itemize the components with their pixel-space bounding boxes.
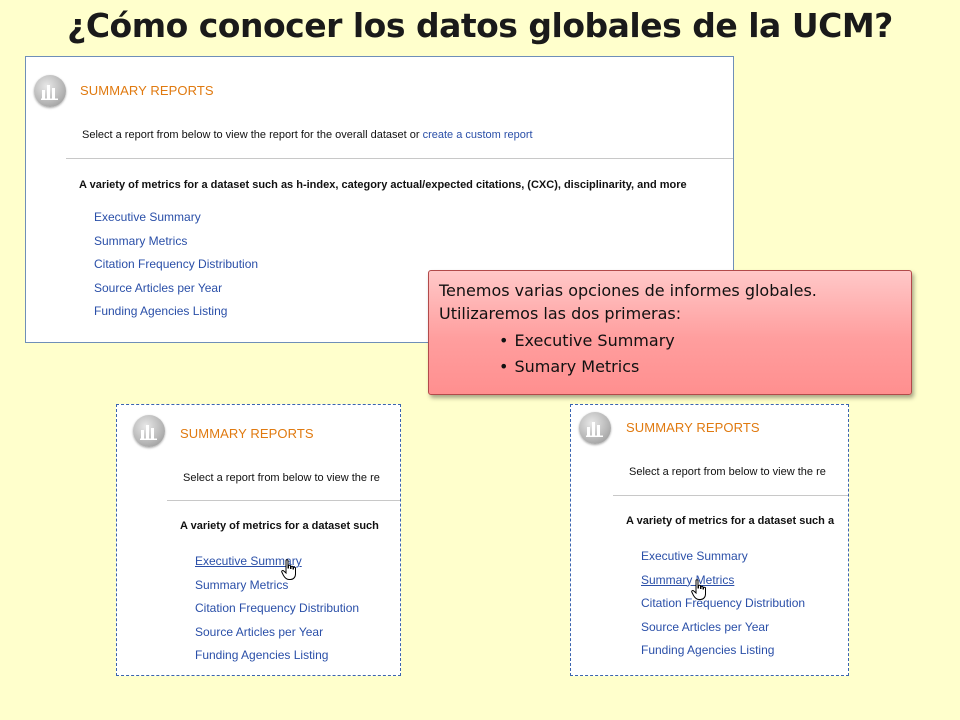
metrics-description: A variety of metrics for a dataset such [180, 520, 379, 532]
report-list: Executive Summary Summary Metrics Citati… [641, 548, 805, 666]
report-link-source-articles[interactable]: Source Articles per Year [641, 619, 805, 643]
divider [167, 500, 400, 501]
metrics-description: A variety of metrics for a dataset such … [626, 515, 835, 527]
select-report-instructions: Select a report from below to view the r… [183, 472, 380, 484]
hand-pointer-icon [281, 559, 299, 586]
report-link-citation-frequency[interactable]: Citation Frequency Distribution [94, 256, 258, 280]
report-link-source-articles[interactable]: Source Articles per Year [94, 280, 258, 304]
summary-reports-header: SUMMARY REPORTS [180, 426, 314, 441]
summary-reports-header: SUMMARY REPORTS [626, 420, 760, 435]
report-list: Executive Summary Summary Metrics Citati… [94, 209, 258, 327]
summary-reports-panel-metrics: SUMMARY REPORTS Select a report from bel… [570, 404, 849, 676]
report-link-funding-agencies[interactable]: Funding Agencies Listing [94, 303, 258, 327]
report-link-funding-agencies[interactable]: Funding Agencies Listing [641, 642, 805, 666]
report-link-source-articles[interactable]: Source Articles per Year [195, 624, 359, 648]
summary-reports-panel-executive: SUMMARY REPORTS Select a report from bel… [116, 404, 401, 676]
callout-bullets: Executive Summary Sumary Metrics [439, 328, 901, 380]
report-link-summary-metrics[interactable]: Summary Metrics [94, 233, 258, 257]
hand-pointer-icon [691, 579, 709, 606]
callout-line-2: Utilizaremos las dos primeras: [439, 304, 682, 323]
bar-chart-icon [34, 75, 66, 107]
callout-line-1: Tenemos varias opciones de informes glob… [439, 281, 817, 300]
report-link-summary-metrics[interactable]: Summary Metrics [195, 577, 359, 601]
bar-chart-icon [133, 415, 165, 447]
slide-title: ¿Cómo conocer los datos globales de la U… [67, 6, 893, 45]
callout-bullet: Sumary Metrics [499, 354, 901, 380]
summary-reports-header: SUMMARY REPORTS [80, 83, 214, 98]
explanation-callout: Tenemos varias opciones de informes glob… [428, 270, 912, 395]
report-link-executive-summary[interactable]: Executive Summary [641, 548, 805, 572]
divider [66, 158, 733, 159]
select-report-instructions: Select a report from below to view the r… [629, 466, 826, 478]
select-report-instructions: Select a report from below to view the r… [82, 129, 533, 141]
create-custom-report-link[interactable]: create a custom report [423, 129, 533, 141]
divider [613, 495, 848, 496]
report-link-executive-summary[interactable]: Executive Summary [195, 553, 359, 577]
bar-chart-icon [579, 412, 611, 444]
report-link-executive-summary[interactable]: Executive Summary [94, 209, 258, 233]
callout-bullet: Executive Summary [499, 328, 901, 354]
report-link-citation-frequency[interactable]: Citation Frequency Distribution [641, 595, 805, 619]
report-list: Executive Summary Summary Metrics Citati… [195, 553, 359, 671]
report-link-citation-frequency[interactable]: Citation Frequency Distribution [195, 600, 359, 624]
report-link-funding-agencies[interactable]: Funding Agencies Listing [195, 647, 359, 671]
metrics-description: A variety of metrics for a dataset such … [79, 179, 687, 191]
report-link-summary-metrics[interactable]: Summary Metrics [641, 572, 805, 596]
